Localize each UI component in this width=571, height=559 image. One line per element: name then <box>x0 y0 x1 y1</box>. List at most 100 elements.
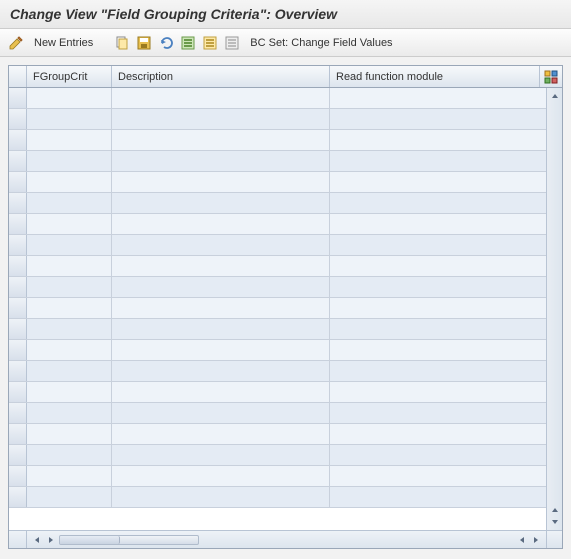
row-selector[interactable] <box>9 424 27 444</box>
cell-read-function-module[interactable] <box>330 214 546 234</box>
row-selector[interactable] <box>9 130 27 150</box>
cell-description[interactable] <box>112 151 330 171</box>
column-header-fgroupcrit[interactable]: FGroupCrit <box>27 66 112 87</box>
cell-read-function-module[interactable] <box>330 130 546 150</box>
cell-description[interactable] <box>112 214 330 234</box>
cell-fgroupcrit[interactable] <box>27 298 112 318</box>
save-icon[interactable] <box>136 35 152 51</box>
cell-description[interactable] <box>112 403 330 423</box>
cell-read-function-module[interactable] <box>330 256 546 276</box>
row-selector[interactable] <box>9 109 27 129</box>
cell-fgroupcrit[interactable] <box>27 340 112 360</box>
cell-read-function-module[interactable] <box>330 403 546 423</box>
cell-description[interactable] <box>112 277 330 297</box>
new-entries-button[interactable]: New Entries <box>30 37 97 49</box>
cell-read-function-module[interactable] <box>330 193 546 213</box>
cell-read-function-module[interactable] <box>330 424 546 444</box>
row-selector-header[interactable] <box>9 66 27 87</box>
row-selector[interactable] <box>9 277 27 297</box>
row-selector[interactable] <box>9 88 27 108</box>
cell-fgroupcrit[interactable] <box>27 403 112 423</box>
scroll-up-alt-button[interactable] <box>549 504 561 516</box>
table-row[interactable] <box>9 235 546 256</box>
table-row[interactable] <box>9 382 546 403</box>
row-selector[interactable] <box>9 466 27 486</box>
cell-fgroupcrit[interactable] <box>27 172 112 192</box>
table-row[interactable] <box>9 214 546 235</box>
table-row[interactable] <box>9 109 546 130</box>
scroll-down-button[interactable] <box>549 516 561 528</box>
cell-read-function-module[interactable] <box>330 382 546 402</box>
cell-fgroupcrit[interactable] <box>27 445 112 465</box>
cell-read-function-module[interactable] <box>330 88 546 108</box>
table-row[interactable] <box>9 193 546 214</box>
scroll-right-button[interactable] <box>45 534 57 546</box>
cell-read-function-module[interactable] <box>330 445 546 465</box>
cell-fgroupcrit[interactable] <box>27 193 112 213</box>
row-selector[interactable] <box>9 340 27 360</box>
cell-read-function-module[interactable] <box>330 361 546 381</box>
vertical-scrollbar[interactable] <box>546 88 562 530</box>
horizontal-scroll-track[interactable] <box>59 535 199 545</box>
cell-read-function-module[interactable] <box>330 277 546 297</box>
cell-description[interactable] <box>112 298 330 318</box>
table-row[interactable] <box>9 466 546 487</box>
select-block-icon[interactable] <box>202 35 218 51</box>
cell-description[interactable] <box>112 319 330 339</box>
scroll-up-button[interactable] <box>549 90 561 102</box>
table-row[interactable] <box>9 298 546 319</box>
row-selector[interactable] <box>9 193 27 213</box>
cell-description[interactable] <box>112 130 330 150</box>
cell-read-function-module[interactable] <box>330 319 546 339</box>
table-row[interactable] <box>9 88 546 109</box>
cell-description[interactable] <box>112 466 330 486</box>
cell-fgroupcrit[interactable] <box>27 88 112 108</box>
cell-fgroupcrit[interactable] <box>27 277 112 297</box>
table-row[interactable] <box>9 172 546 193</box>
row-selector[interactable] <box>9 382 27 402</box>
column-header-description[interactable]: Description <box>112 66 330 87</box>
cell-fgroupcrit[interactable] <box>27 487 112 507</box>
table-row[interactable] <box>9 319 546 340</box>
deselect-icon[interactable] <box>224 35 240 51</box>
table-settings-button[interactable] <box>540 66 562 87</box>
cell-read-function-module[interactable] <box>330 340 546 360</box>
cell-description[interactable] <box>112 382 330 402</box>
cell-description[interactable] <box>112 172 330 192</box>
cell-fgroupcrit[interactable] <box>27 319 112 339</box>
table-row[interactable] <box>9 130 546 151</box>
horizontal-scroll-thumb[interactable] <box>60 536 120 544</box>
table-row[interactable] <box>9 445 546 466</box>
column-header-read-function-module[interactable]: Read function module <box>330 66 540 87</box>
cell-fgroupcrit[interactable] <box>27 130 112 150</box>
cell-fgroupcrit[interactable] <box>27 109 112 129</box>
cell-fgroupcrit[interactable] <box>27 151 112 171</box>
row-selector[interactable] <box>9 298 27 318</box>
bcset-button[interactable]: BC Set: Change Field Values <box>246 37 396 49</box>
table-row[interactable] <box>9 403 546 424</box>
table-row[interactable] <box>9 277 546 298</box>
scroll-right-button-2[interactable] <box>530 534 542 546</box>
row-selector[interactable] <box>9 214 27 234</box>
cell-description[interactable] <box>112 256 330 276</box>
cell-description[interactable] <box>112 235 330 255</box>
row-selector[interactable] <box>9 235 27 255</box>
row-selector[interactable] <box>9 319 27 339</box>
row-selector[interactable] <box>9 172 27 192</box>
row-selector[interactable] <box>9 403 27 423</box>
cell-fgroupcrit[interactable] <box>27 361 112 381</box>
cell-fgroupcrit[interactable] <box>27 214 112 234</box>
table-row[interactable] <box>9 424 546 445</box>
table-row[interactable] <box>9 361 546 382</box>
row-selector[interactable] <box>9 361 27 381</box>
row-selector[interactable] <box>9 151 27 171</box>
table-row[interactable] <box>9 151 546 172</box>
select-all-icon[interactable] <box>180 35 196 51</box>
copy-icon[interactable] <box>114 35 130 51</box>
edit-icon[interactable] <box>8 35 24 51</box>
cell-fgroupcrit[interactable] <box>27 256 112 276</box>
cell-read-function-module[interactable] <box>330 466 546 486</box>
cell-description[interactable] <box>112 88 330 108</box>
table-row[interactable] <box>9 340 546 361</box>
cell-read-function-module[interactable] <box>330 109 546 129</box>
